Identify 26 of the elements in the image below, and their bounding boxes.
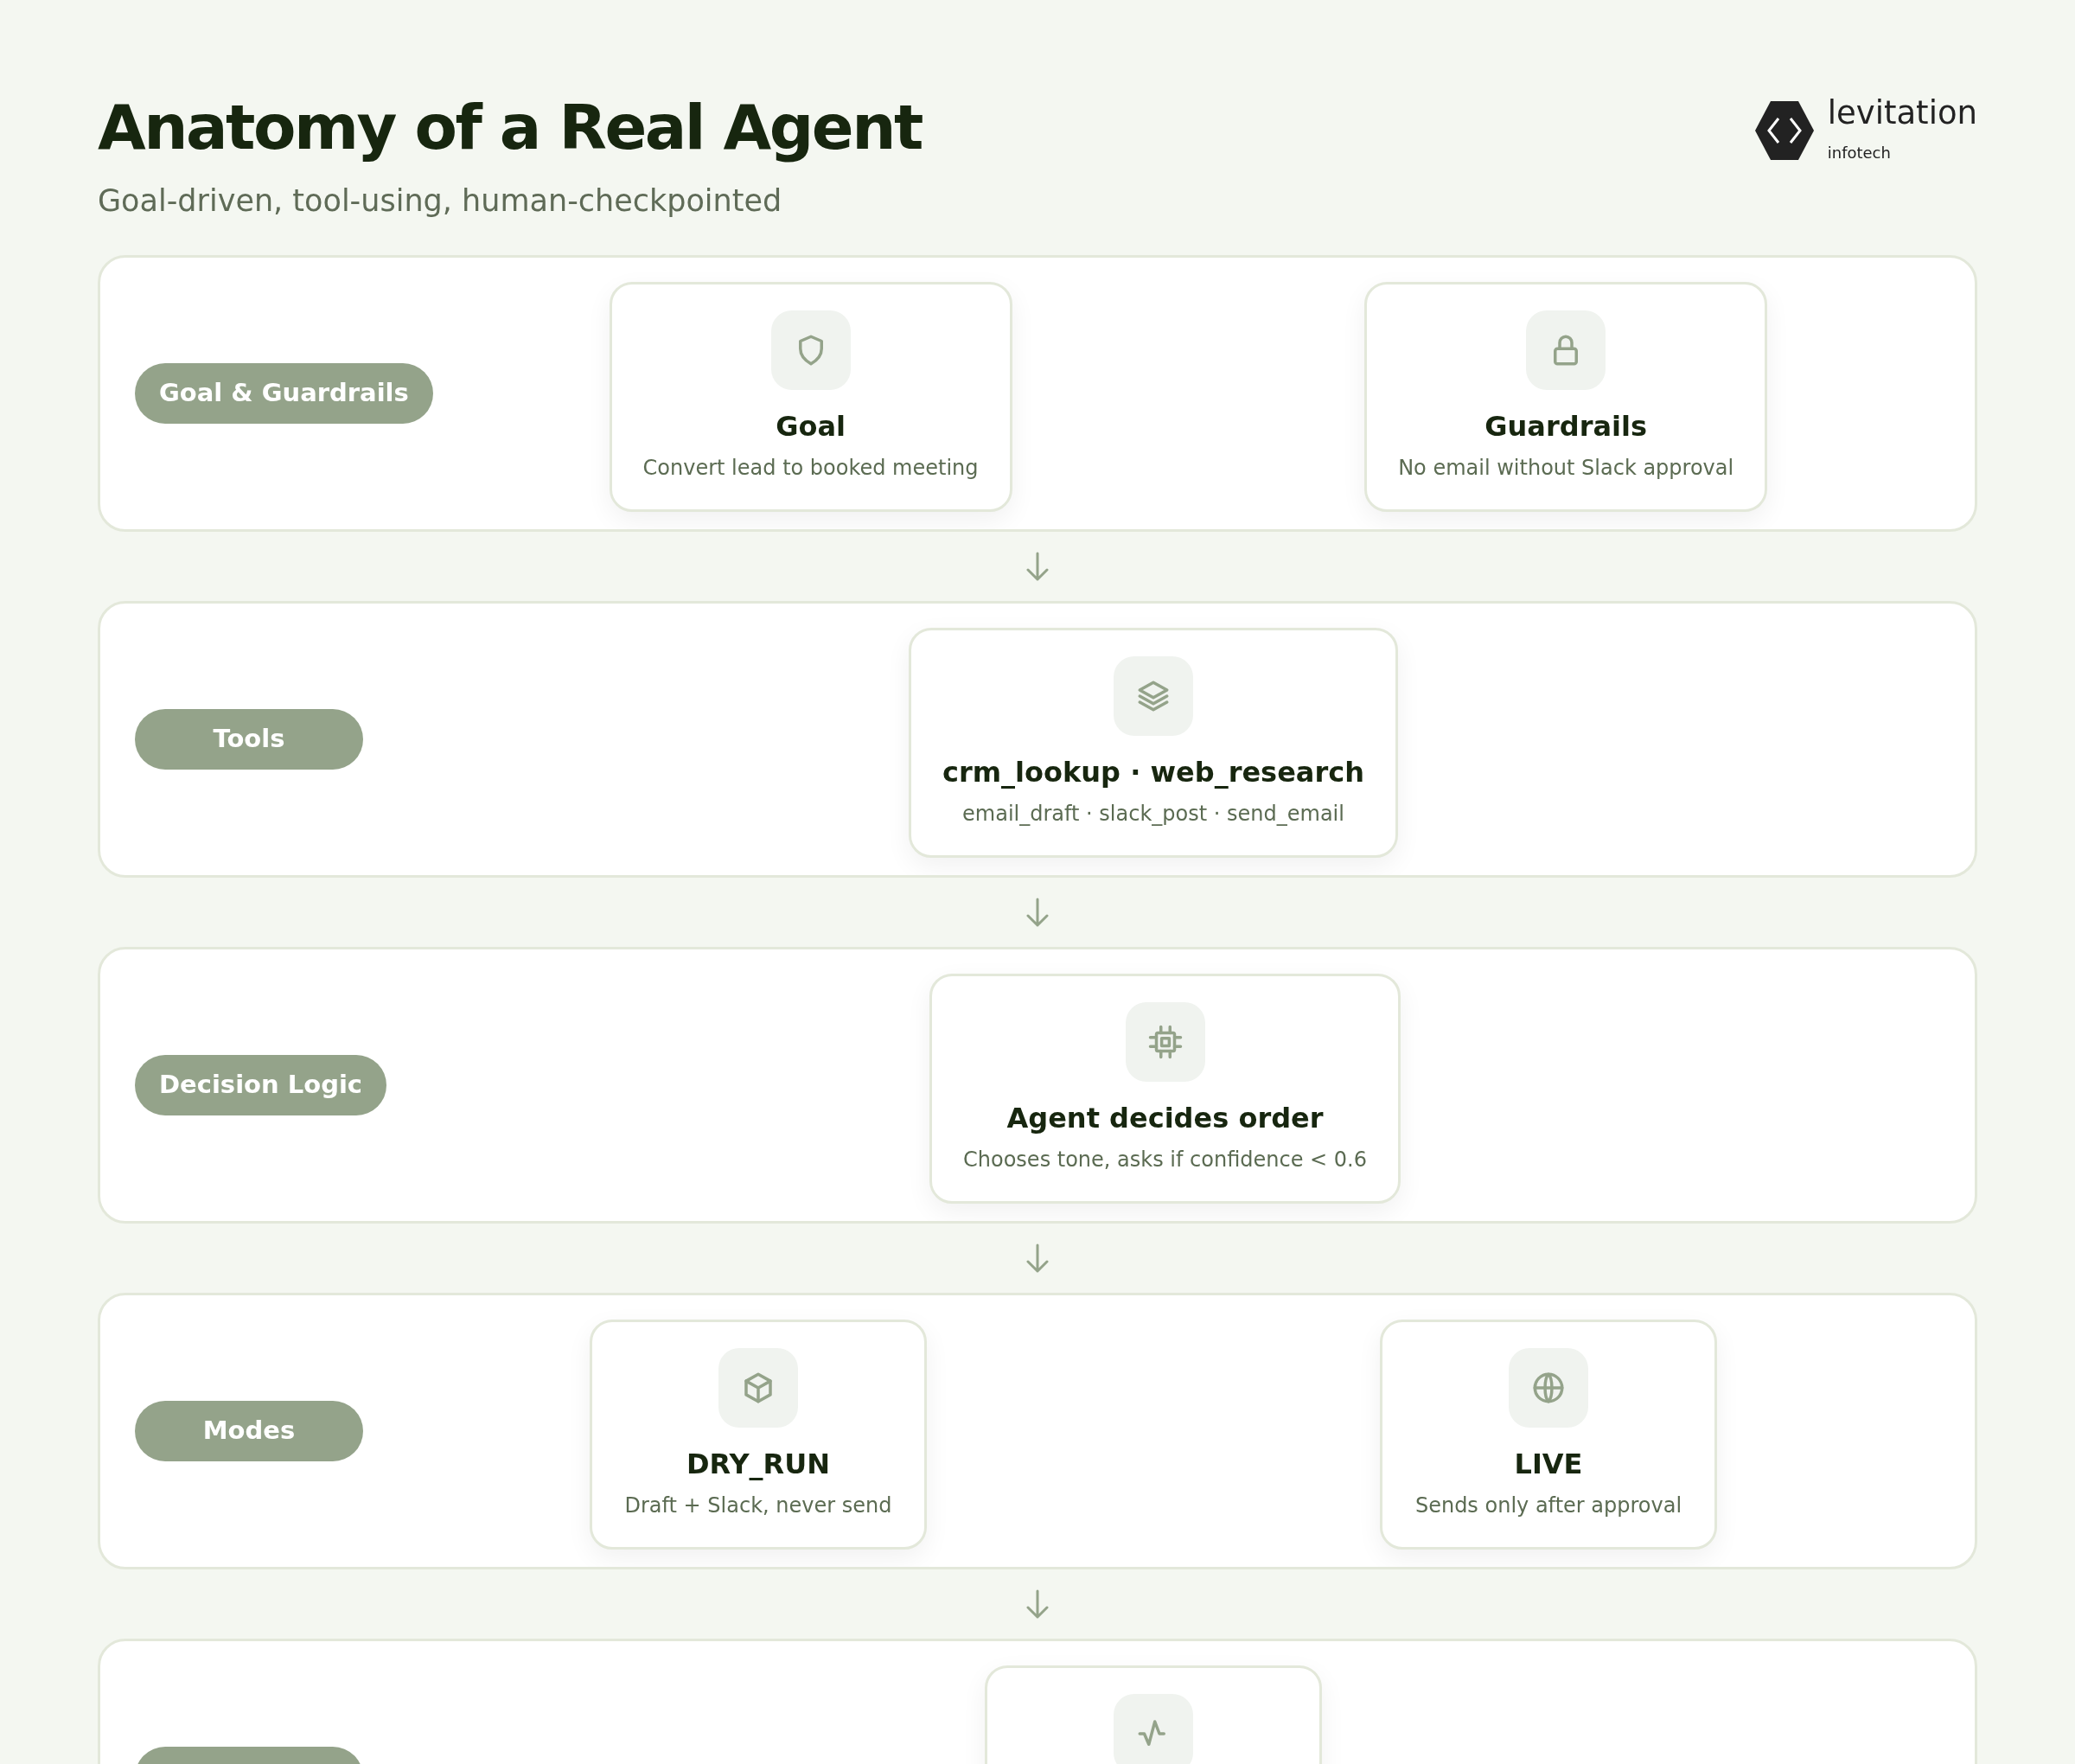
card-title: Goal [776,408,846,444]
page-title: Anatomy of a Real Agent [98,90,922,165]
stage-label: Modes [135,1400,363,1461]
hexagon-logo-icon [1754,101,1814,160]
chip-icon [1146,1023,1184,1060]
card-title: Guardrails [1484,408,1647,444]
card-description: Chooses tone, asks if confidence < 0.6 [963,1146,1367,1173]
down-arrow-icon [1025,1588,1050,1619]
down-arrow-icon [1025,1243,1050,1273]
down-arrow-icon [1025,551,1050,581]
stage-label: Decision Logic [135,1054,387,1115]
card-description: email_draft · slack_post · send_email [962,800,1344,828]
card-description: Sends only after approval [1414,1492,1682,1519]
logo-tagline: infotech [1827,143,1892,163]
card-description: Draft + Slack, never send [624,1492,892,1519]
page-subtitle: Goal-driven, tool-using, human-checkpointed [98,182,783,220]
card-title: LIVE [1514,1446,1583,1482]
card-title: crm_lookup · web_research [942,754,1364,790]
card-description: No email without Slack approval [1398,454,1734,482]
card-title: Agent decides order [1006,1100,1324,1136]
stage-label: Tools [135,708,363,770]
logo-name: levitation [1827,97,1977,129]
stage-label: Goal & Guardrails [135,362,433,424]
card-description: Convert lead to booked meeting [642,454,979,482]
card-title: DRY_RUN [686,1446,830,1482]
down-arrow-icon [1025,897,1050,927]
